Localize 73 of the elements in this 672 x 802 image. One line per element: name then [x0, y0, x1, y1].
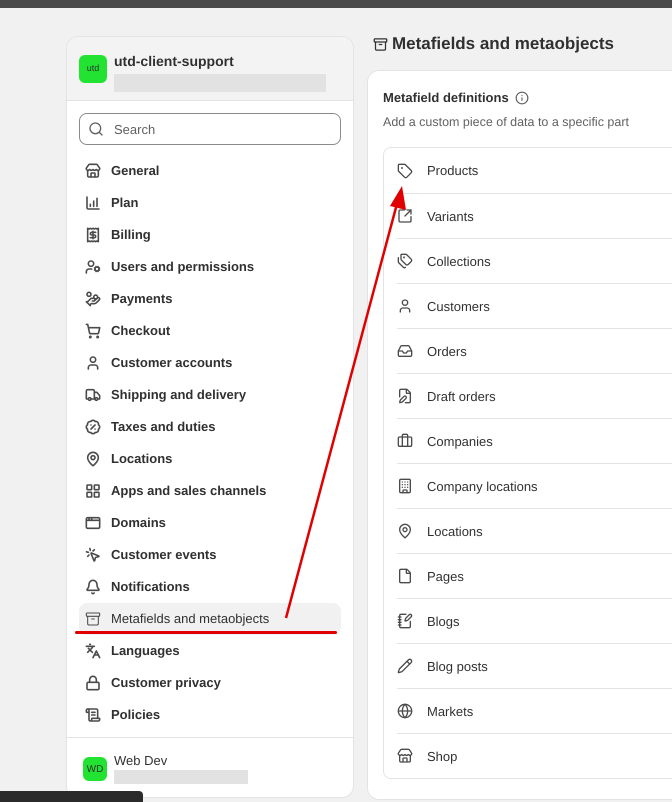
truck-icon — [85, 387, 101, 403]
users-icon — [85, 259, 101, 275]
bell-icon — [85, 579, 101, 595]
pin-icon — [397, 523, 413, 540]
sidebar-item[interactable]: Shipping and delivery — [79, 379, 341, 411]
sidebar-item[interactable]: Apps and sales channels — [79, 475, 341, 507]
globe-icon — [397, 703, 413, 720]
briefcase-icon — [397, 433, 413, 450]
definition-row[interactable]: Draft orders — [397, 373, 672, 418]
sidebar-item[interactable]: Customer privacy — [79, 667, 341, 699]
scroll-icon — [85, 707, 101, 723]
search-field[interactable]: Search — [79, 113, 341, 145]
box-icon — [85, 611, 101, 627]
sidebar-item[interactable]: Domains — [79, 507, 341, 539]
sidebar-item[interactable]: Notifications — [79, 571, 341, 603]
definition-row[interactable]: Customers — [397, 283, 672, 328]
search-icon — [88, 121, 104, 137]
sidebar-item[interactable]: Languages — [79, 635, 341, 667]
person-icon — [85, 355, 101, 371]
sidebar-item[interactable]: Billing — [79, 219, 341, 251]
square-arrow-icon — [397, 208, 413, 224]
sidebar-item[interactable]: Checkout — [79, 315, 341, 347]
pointer-icon — [85, 547, 101, 563]
box-icon — [373, 36, 388, 52]
edit-icon — [397, 388, 413, 404]
translate-icon — [85, 643, 101, 659]
store-avatar: utd — [79, 55, 107, 83]
percent-icon — [85, 419, 101, 435]
grid-icon — [85, 483, 101, 499]
person-icon — [397, 298, 413, 314]
definition-row[interactable]: Locations — [397, 508, 672, 554]
info-icon — [514, 90, 529, 105]
definition-row[interactable]: Orders — [397, 328, 672, 374]
building-icon — [397, 478, 413, 494]
browser-icon — [85, 515, 101, 531]
sidebar-item[interactable]: Locations — [79, 443, 341, 475]
store-icon — [397, 748, 413, 764]
tags-icon — [397, 253, 413, 270]
definition-row[interactable]: Shop — [397, 733, 672, 778]
user-name: Web Dev — [114, 754, 168, 768]
tag-icon — [397, 162, 413, 179]
sidebar-item[interactable]: Customer events — [79, 539, 341, 571]
cart-icon — [85, 323, 101, 339]
sidebar-item[interactable]: Customer accounts — [79, 347, 341, 379]
store-name: utd-client-support — [114, 53, 235, 69]
hand-coins-icon — [85, 291, 101, 307]
store-icon — [85, 163, 101, 179]
definition-row[interactable]: Blogs — [397, 598, 672, 644]
page-title: Metafields and metaobjects — [392, 33, 614, 56]
sidebar-item[interactable]: Plan — [79, 187, 341, 219]
inbox-icon — [397, 343, 413, 360]
definition-row[interactable]: Collections — [397, 238, 672, 284]
sidebar-item[interactable]: Payments — [79, 283, 341, 315]
receipt-icon — [85, 227, 101, 243]
pin-icon — [85, 451, 101, 467]
notebook-icon — [397, 613, 413, 630]
definition-row[interactable]: Companies — [397, 418, 672, 464]
sidebar-item[interactable]: Taxes and duties — [79, 411, 341, 443]
sidebar-item[interactable]: Policies — [79, 699, 341, 731]
definition-row[interactable]: Pages — [397, 553, 672, 598]
definition-row[interactable]: Products — [397, 148, 672, 194]
user-avatar: WD — [83, 757, 107, 781]
lock-icon — [85, 675, 101, 691]
definition-row[interactable]: Markets — [397, 688, 672, 734]
card-description: Add a custom piece of data to a specific part — [383, 114, 630, 131]
sidebar-item[interactable]: Metafields and metaobjects — [79, 603, 341, 635]
sidebar-item[interactable]: Users and permissions — [79, 251, 341, 283]
page-icon — [397, 568, 413, 584]
definition-row[interactable]: Company locations — [397, 463, 672, 508]
sidebar-item[interactable]: General — [79, 155, 341, 187]
definition-row[interactable]: Blog posts — [397, 643, 672, 688]
pencil-icon — [397, 658, 413, 674]
card-heading: Metafield definitions — [383, 89, 509, 107]
